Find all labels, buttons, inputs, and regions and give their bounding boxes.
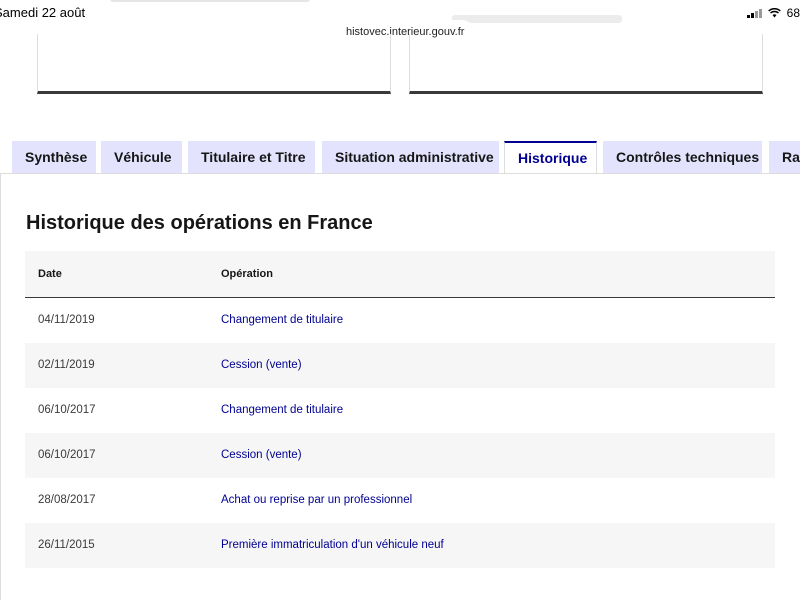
- row-date: 04/11/2019: [38, 314, 95, 326]
- status-date: Samedi 22 août: [0, 5, 86, 20]
- ghost-text: [110, 0, 310, 2]
- table-row: 02/11/2019 Cession (vente): [25, 343, 775, 388]
- status-icons: 68: [746, 6, 800, 20]
- table-row: 28/08/2017 Achat ou reprise par un profe…: [25, 478, 775, 523]
- battery-level: 68: [786, 6, 800, 20]
- tab-bar: Synthèse Véhicule Titulaire et Titre Sit…: [0, 141, 800, 174]
- info-card: [409, 34, 763, 94]
- column-header-operation: Opération: [221, 268, 273, 280]
- table-row: 26/11/2015 Première immatriculation d'un…: [25, 523, 775, 568]
- signal-icon: [746, 8, 762, 18]
- tab-controles-techniques[interactable]: Contrôles techniques: [603, 141, 762, 173]
- row-operation-link[interactable]: Cession (vente): [221, 343, 302, 388]
- row-operation-link[interactable]: Première immatriculation d'un véhicule n…: [221, 523, 444, 568]
- row-date: 02/11/2019: [38, 359, 95, 371]
- table-row: 06/10/2017 Changement de titulaire: [25, 388, 775, 433]
- tab-historique[interactable]: Historique: [504, 141, 597, 174]
- row-operation-link[interactable]: Cession (vente): [221, 433, 302, 478]
- panel-border: [0, 174, 1, 600]
- row-operation-link[interactable]: Achat ou reprise par un professionnel: [221, 478, 412, 523]
- tab-titulaire-et-titre[interactable]: Titulaire et Titre: [188, 141, 315, 173]
- row-date: 26/11/2015: [38, 539, 95, 551]
- tab-situation-administrative[interactable]: Situation administrative: [322, 141, 499, 173]
- tab-synthese[interactable]: Synthèse: [12, 141, 96, 173]
- row-date: 28/08/2017: [38, 494, 96, 506]
- row-operation-link[interactable]: Changement de titulaire: [221, 298, 343, 343]
- row-date: 06/10/2017: [38, 404, 96, 416]
- tab-baseline: [0, 173, 800, 174]
- row-date: 06/10/2017: [38, 449, 96, 461]
- operations-table: Date Opération 04/11/2019 Changement de …: [25, 251, 775, 568]
- row-operation-link[interactable]: Changement de titulaire: [221, 388, 343, 433]
- section-title: Historique des opérations en France: [26, 212, 373, 234]
- info-card: [37, 34, 391, 94]
- table-row: 06/10/2017 Cession (vente): [25, 433, 775, 478]
- tab-vehicule[interactable]: Véhicule: [101, 141, 182, 173]
- table-row: 04/11/2019 Changement de titulaire: [25, 298, 775, 343]
- column-header-date: Date: [38, 268, 62, 280]
- wifi-icon: [767, 8, 781, 18]
- ghost-text: [452, 15, 622, 23]
- table-header: Date Opération: [25, 251, 775, 298]
- tab-rapport[interactable]: Rap: [769, 141, 800, 173]
